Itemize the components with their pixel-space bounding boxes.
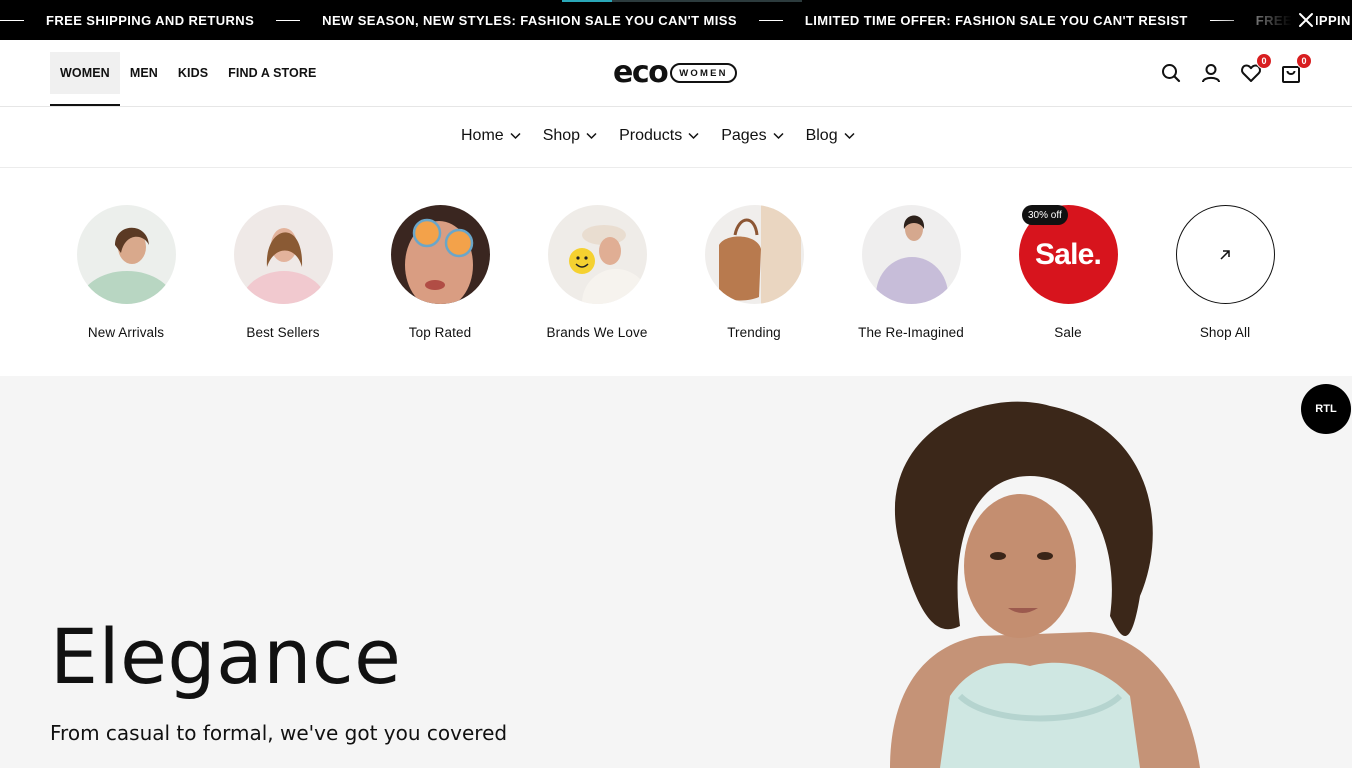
category-image xyxy=(390,205,490,304)
hero-title: Elegance xyxy=(50,612,402,701)
rtl-toggle-button[interactable]: RTL xyxy=(1301,384,1351,434)
category-label: Brands We Love xyxy=(546,325,648,340)
sale-discount-badge: 30% off xyxy=(1022,205,1068,225)
main-nav-list: Home Shop Products Pages Blog xyxy=(461,127,877,145)
category-label: The Re-Imagined xyxy=(858,325,964,340)
gender-link-men[interactable]: MEN xyxy=(120,52,168,94)
nav-item-label: Pages xyxy=(721,127,767,144)
category-top-rated[interactable]: Top Rated xyxy=(360,205,520,340)
user-icon xyxy=(1202,64,1220,83)
announcement-close-button[interactable] xyxy=(1296,10,1316,30)
announcement-bar: FREE SHIPPING AND RETURNS NEW SEASON, NE… xyxy=(0,0,1352,40)
site-header: WOMEN MEN KIDS FIND A STORE eco WOMEN 0 xyxy=(0,40,1352,107)
sale-circle-text: Sale. xyxy=(1034,237,1102,271)
category-image xyxy=(704,205,804,304)
nav-item-blog[interactable]: Blog xyxy=(806,127,855,145)
category-label: Best Sellers xyxy=(246,325,320,340)
announcement-fade xyxy=(1212,0,1292,40)
nav-item-shop[interactable]: Shop xyxy=(543,127,597,145)
cart-count-badge: 0 xyxy=(1296,53,1312,69)
close-icon xyxy=(1299,13,1313,27)
category-label: Sale xyxy=(1054,325,1082,340)
announcement-item: NEW SEASON, NEW STYLES: FASHION SALE YOU… xyxy=(322,12,737,28)
gender-nav: WOMEN MEN KIDS FIND A STORE xyxy=(50,52,326,106)
logo-mark: eco xyxy=(613,55,669,90)
category-label: New Arrivals xyxy=(87,325,165,340)
chevron-down-icon xyxy=(510,132,521,140)
nav-item-home[interactable]: Home xyxy=(461,127,521,145)
announcement-separator xyxy=(276,19,301,21)
category-brands-we-love[interactable]: Brands We Love xyxy=(517,205,677,340)
category-carousel: New Arrivals Best Sellers Top Rated Bran… xyxy=(0,168,1352,376)
chevron-down-icon xyxy=(773,132,784,140)
category-image xyxy=(233,205,333,304)
category-image xyxy=(76,205,176,304)
nav-item-pages[interactable]: Pages xyxy=(721,127,784,145)
chevron-down-icon xyxy=(844,132,855,140)
logo-badge: WOMEN xyxy=(670,63,737,83)
category-image xyxy=(547,205,647,304)
gender-link-women[interactable]: WOMEN xyxy=(50,52,120,106)
find-a-store-link[interactable]: FIND A STORE xyxy=(218,52,326,94)
nav-item-label: Products xyxy=(619,127,683,144)
header-icons: 0 0 xyxy=(1158,53,1318,86)
announcement-separator xyxy=(758,19,783,21)
hero-subtitle: From casual to formal, we've got you cov… xyxy=(50,721,508,745)
nav-item-products[interactable]: Products xyxy=(619,127,699,145)
hero-model-image xyxy=(890,401,1200,768)
wishlist-count-badge: 0 xyxy=(1256,53,1272,69)
chevron-down-icon xyxy=(688,132,699,140)
category-sale[interactable]: Sale. Sale xyxy=(988,205,1148,340)
category-label: Shop All xyxy=(1199,325,1251,340)
arrow-up-right-icon xyxy=(1220,249,1230,260)
search-button[interactable] xyxy=(1158,60,1184,86)
nav-item-label: Home xyxy=(461,127,504,144)
nav-item-label: Shop xyxy=(542,127,581,144)
announcement-separator xyxy=(0,19,24,21)
hero-banner: Elegance From casual to formal, we've go… xyxy=(0,376,1352,768)
category-new-arrivals[interactable]: New Arrivals xyxy=(46,205,206,340)
category-image xyxy=(861,205,961,304)
announcement-item: LIMITED TIME OFFER: FASHION SALE YOU CAN… xyxy=(804,12,1188,28)
wishlist-button[interactable]: 0 xyxy=(1238,53,1272,86)
chevron-down-icon xyxy=(586,132,597,140)
account-button[interactable] xyxy=(1198,60,1224,86)
announcement-track: FREE SHIPPING AND RETURNS NEW SEASON, NE… xyxy=(0,0,1351,40)
cart-button[interactable]: 0 xyxy=(1278,53,1312,86)
category-trending[interactable]: Trending xyxy=(674,205,834,340)
category-best-sellers[interactable]: Best Sellers xyxy=(203,205,363,340)
category-shop-all[interactable]: Shop All xyxy=(1145,205,1305,340)
gender-link-kids[interactable]: KIDS xyxy=(168,52,218,94)
nav-item-label: Blog xyxy=(805,127,838,144)
shop-all-circle xyxy=(1175,205,1275,304)
category-label: Trending xyxy=(727,325,781,340)
category-the-re-imagined[interactable]: The Re-Imagined xyxy=(831,205,991,340)
main-nav: Home Shop Products Pages Blog xyxy=(0,107,1352,168)
site-logo[interactable]: eco WOMEN xyxy=(613,55,737,90)
announcement-item: FREE SHIPPING AND RETURNS xyxy=(46,12,255,28)
category-label: Top Rated xyxy=(408,325,472,340)
search-icon xyxy=(1162,64,1181,83)
